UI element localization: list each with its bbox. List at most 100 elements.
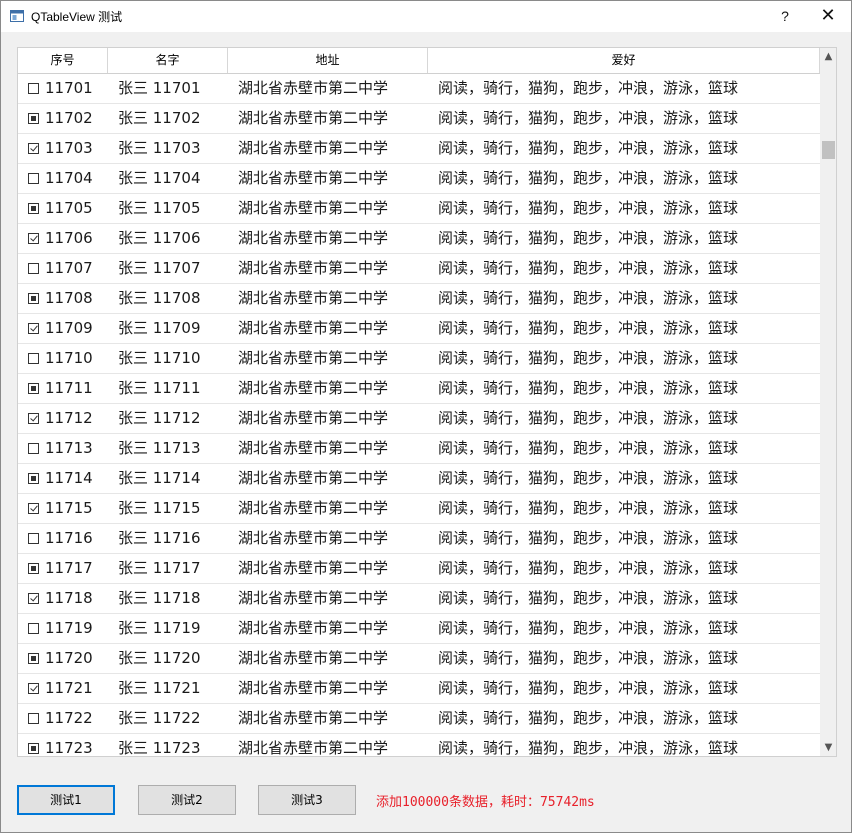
cell-name[interactable]: 张三 11715 <box>108 494 228 523</box>
cell-hobby[interactable]: 阅读，骑行，猫狗，跑步，冲浪，游泳，篮球 <box>428 674 820 703</box>
cell-id[interactable]: 11716 <box>18 524 108 553</box>
test1-button[interactable]: 测试1 <box>17 785 115 815</box>
cell-address[interactable]: 湖北省赤壁市第二中学 <box>228 374 428 403</box>
table-row[interactable]: 11704 张三 11704 湖北省赤壁市第二中学 阅读，骑行，猫狗，跑步，冲浪，游泳… <box>18 164 820 194</box>
cell-hobby[interactable]: 阅读，骑行，猫狗，跑步，冲浪，游泳，篮球 <box>428 164 820 193</box>
cell-address[interactable]: 湖北省赤壁市第二中学 <box>228 524 428 553</box>
cell-address[interactable]: 湖北省赤壁市第二中学 <box>228 134 428 163</box>
cell-address[interactable]: 湖北省赤壁市第二中学 <box>228 464 428 493</box>
cell-id[interactable]: 11720 <box>18 644 108 673</box>
row-checkbox[interactable] <box>28 713 39 724</box>
row-checkbox[interactable] <box>28 653 39 664</box>
row-checkbox[interactable] <box>28 443 39 454</box>
header-col-hobby[interactable]: 爱好 <box>428 48 820 73</box>
cell-hobby[interactable]: 阅读，骑行，猫狗，跑步，冲浪，游泳，篮球 <box>428 254 820 283</box>
row-checkbox[interactable] <box>28 203 39 214</box>
cell-address[interactable]: 湖北省赤壁市第二中学 <box>228 104 428 133</box>
cell-name[interactable]: 张三 11720 <box>108 644 228 673</box>
cell-address[interactable]: 湖北省赤壁市第二中学 <box>228 494 428 523</box>
cell-name[interactable]: 张三 11714 <box>108 464 228 493</box>
table-row[interactable]: 11718 张三 11718 湖北省赤壁市第二中学 阅读，骑行，猫狗，跑步，冲浪，游泳… <box>18 584 820 614</box>
cell-hobby[interactable]: 阅读，骑行，猫狗，跑步，冲浪，游泳，篮球 <box>428 374 820 403</box>
row-checkbox[interactable] <box>28 413 39 424</box>
cell-id[interactable]: 11702 <box>18 104 108 133</box>
table-row[interactable]: 11708 张三 11708 湖北省赤壁市第二中学 阅读，骑行，猫狗，跑步，冲浪，游泳… <box>18 284 820 314</box>
cell-id[interactable]: 11719 <box>18 614 108 643</box>
cell-name[interactable]: 张三 11723 <box>108 734 228 756</box>
cell-name[interactable]: 张三 11717 <box>108 554 228 583</box>
cell-name[interactable]: 张三 11722 <box>108 704 228 733</box>
scroll-down-arrow-icon[interactable]: ▼ <box>820 739 836 756</box>
row-checkbox[interactable] <box>28 323 39 334</box>
cell-hobby[interactable]: 阅读，骑行，猫狗，跑步，冲浪，游泳，篮球 <box>428 104 820 133</box>
cell-address[interactable]: 湖北省赤壁市第二中学 <box>228 554 428 583</box>
table-row[interactable]: 11716 张三 11716 湖北省赤壁市第二中学 阅读，骑行，猫狗，跑步，冲浪，游泳… <box>18 524 820 554</box>
cell-id[interactable]: 11708 <box>18 284 108 313</box>
cell-hobby[interactable]: 阅读，骑行，猫狗，跑步，冲浪，游泳，篮球 <box>428 344 820 373</box>
cell-name[interactable]: 张三 11701 <box>108 74 228 103</box>
row-checkbox[interactable] <box>28 383 39 394</box>
cell-id[interactable]: 11718 <box>18 584 108 613</box>
table-row[interactable]: 11713 张三 11713 湖北省赤壁市第二中学 阅读，骑行，猫狗，跑步，冲浪，游泳… <box>18 434 820 464</box>
cell-address[interactable]: 湖北省赤壁市第二中学 <box>228 194 428 223</box>
cell-hobby[interactable]: 阅读，骑行，猫狗，跑步，冲浪，游泳，篮球 <box>428 614 820 643</box>
row-checkbox[interactable] <box>28 503 39 514</box>
table-row[interactable]: 11705 张三 11705 湖北省赤壁市第二中学 阅读，骑行，猫狗，跑步，冲浪，游泳… <box>18 194 820 224</box>
table-row[interactable]: 11706 张三 11706 湖北省赤壁市第二中学 阅读，骑行，猫狗，跑步，冲浪，游泳… <box>18 224 820 254</box>
cell-hobby[interactable]: 阅读，骑行，猫狗，跑步，冲浪，游泳，篮球 <box>428 554 820 583</box>
row-checkbox[interactable] <box>28 623 39 634</box>
row-checkbox[interactable] <box>28 593 39 604</box>
row-checkbox[interactable] <box>28 263 39 274</box>
cell-address[interactable]: 湖北省赤壁市第二中学 <box>228 704 428 733</box>
cell-hobby[interactable]: 阅读，骑行，猫狗，跑步，冲浪，游泳，篮球 <box>428 74 820 103</box>
cell-id[interactable]: 11712 <box>18 404 108 433</box>
row-checkbox[interactable] <box>28 533 39 544</box>
row-checkbox[interactable] <box>28 113 39 124</box>
table-row[interactable]: 11719 张三 11719 湖北省赤壁市第二中学 阅读，骑行，猫狗，跑步，冲浪，游泳… <box>18 614 820 644</box>
cell-address[interactable]: 湖北省赤壁市第二中学 <box>228 74 428 103</box>
table-row[interactable]: 11721 张三 11721 湖北省赤壁市第二中学 阅读，骑行，猫狗，跑步，冲浪，游泳… <box>18 674 820 704</box>
table-row[interactable]: 11714 张三 11714 湖北省赤壁市第二中学 阅读，骑行，猫狗，跑步，冲浪，游泳… <box>18 464 820 494</box>
table-row[interactable]: 11711 张三 11711 湖北省赤壁市第二中学 阅读，骑行，猫狗，跑步，冲浪，游泳… <box>18 374 820 404</box>
cell-name[interactable]: 张三 11710 <box>108 344 228 373</box>
cell-id[interactable]: 11721 <box>18 674 108 703</box>
table-row[interactable]: 11723 张三 11723 湖北省赤壁市第二中学 阅读，骑行，猫狗，跑步，冲浪，游泳… <box>18 734 820 756</box>
table-row[interactable]: 11701 张三 11701 湖北省赤壁市第二中学 阅读，骑行，猫狗，跑步，冲浪，游泳… <box>18 74 820 104</box>
table-row[interactable]: 11715 张三 11715 湖北省赤壁市第二中学 阅读，骑行，猫狗，跑步，冲浪，游泳… <box>18 494 820 524</box>
row-checkbox[interactable] <box>28 233 39 244</box>
cell-name[interactable]: 张三 11716 <box>108 524 228 553</box>
cell-address[interactable]: 湖北省赤壁市第二中学 <box>228 224 428 253</box>
row-checkbox[interactable] <box>28 83 39 94</box>
row-checkbox[interactable] <box>28 743 39 754</box>
cell-hobby[interactable]: 阅读，骑行，猫狗，跑步，冲浪，游泳，篮球 <box>428 734 820 756</box>
cell-address[interactable]: 湖北省赤壁市第二中学 <box>228 314 428 343</box>
cell-id[interactable]: 11703 <box>18 134 108 163</box>
table-row[interactable]: 11709 张三 11709 湖北省赤壁市第二中学 阅读，骑行，猫狗，跑步，冲浪，游泳… <box>18 314 820 344</box>
cell-address[interactable]: 湖北省赤壁市第二中学 <box>228 584 428 613</box>
cell-address[interactable]: 湖北省赤壁市第二中学 <box>228 254 428 283</box>
cell-id[interactable]: 11704 <box>18 164 108 193</box>
row-checkbox[interactable] <box>28 473 39 484</box>
table-row[interactable]: 11722 张三 11722 湖北省赤壁市第二中学 阅读，骑行，猫狗，跑步，冲浪，游泳… <box>18 704 820 734</box>
cell-id[interactable]: 11707 <box>18 254 108 283</box>
cell-name[interactable]: 张三 11708 <box>108 284 228 313</box>
cell-id[interactable]: 11723 <box>18 734 108 756</box>
cell-hobby[interactable]: 阅读，骑行，猫狗，跑步，冲浪，游泳，篮球 <box>428 434 820 463</box>
cell-id[interactable]: 11706 <box>18 224 108 253</box>
cell-id[interactable]: 11717 <box>18 554 108 583</box>
cell-hobby[interactable]: 阅读，骑行，猫狗，跑步，冲浪，游泳，篮球 <box>428 704 820 733</box>
test3-button[interactable]: 测试3 <box>258 785 356 815</box>
cell-id[interactable]: 11709 <box>18 314 108 343</box>
cell-hobby[interactable]: 阅读，骑行，猫狗，跑步，冲浪，游泳，篮球 <box>428 464 820 493</box>
cell-name[interactable]: 张三 11705 <box>108 194 228 223</box>
cell-name[interactable]: 张三 11703 <box>108 134 228 163</box>
scroll-up-arrow-icon[interactable]: ▲ <box>820 48 836 65</box>
cell-name[interactable]: 张三 11704 <box>108 164 228 193</box>
cell-address[interactable]: 湖北省赤壁市第二中学 <box>228 614 428 643</box>
cell-hobby[interactable]: 阅读，骑行，猫狗，跑步，冲浪，游泳，篮球 <box>428 224 820 253</box>
cell-id[interactable]: 11714 <box>18 464 108 493</box>
cell-name[interactable]: 张三 11702 <box>108 104 228 133</box>
cell-address[interactable]: 湖北省赤壁市第二中学 <box>228 434 428 463</box>
cell-name[interactable]: 张三 11713 <box>108 434 228 463</box>
table-view[interactable]: 序号 名字 地址 爱好 11701 张三 11701 湖北省赤壁市第二中学 阅读，骑行… <box>17 47 837 757</box>
